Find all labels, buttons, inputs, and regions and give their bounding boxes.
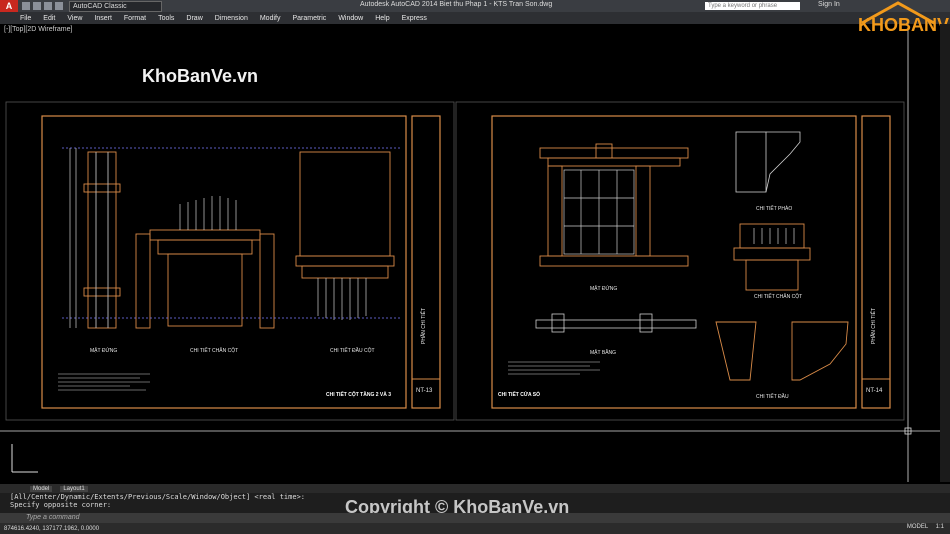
sheet2-title: CHI TIẾT CỬA SỔ [498,392,541,398]
ucs-icon [11,444,38,473]
sheet2-label-head: CHI TIẾT ĐẦU [756,394,789,400]
status-bar: 874616.4240, 137177.1962, 0.0000 [0,523,950,534]
sheet1-number: NT-13 [416,388,433,394]
menu-draw[interactable]: Draw [186,15,202,22]
menu-dimension[interactable]: Dimension [215,15,248,22]
drawing-viewport[interactable]: [-][Top][2D Wireframe] KhoBanVe.vn MẶT Đ… [0,24,940,482]
sheet1-label-elevation: MẶT ĐỨNG [90,348,118,354]
quick-access-toolbar [22,2,63,10]
menu-file[interactable]: File [20,15,31,22]
menu-edit[interactable]: Edit [43,15,55,22]
sheet1-title: CHI TIẾT CỘT TẦNG 2 VÀ 3 [326,392,392,398]
menu-bar: File Edit View Insert Format Tools Draw … [0,12,950,24]
window-title: Autodesk AutoCAD 2014 Biet thu Phap 1 - … [360,1,553,8]
workspace-dropdown[interactable]: AutoCAD Classic [69,0,162,12]
sign-in-button[interactable]: Sign In [818,1,840,8]
brand-logo: KHOBANVE [852,1,950,49]
sheet2-drawing [491,115,891,409]
sheet2-side-title: PHẦN CHI TIẾT [871,307,877,344]
menu-view[interactable]: View [67,15,82,22]
sheet1-paper [5,101,455,421]
status-right: MODEL 1:1 [901,524,944,530]
menu-help[interactable]: Help [375,15,389,22]
vertical-scrollbar[interactable] [940,24,950,482]
menu-window[interactable]: Window [338,15,363,22]
sheet2-label-cornice: CHI TIẾT PHÀO [756,206,793,212]
sheet2-number: NT-14 [866,388,883,394]
undo-icon[interactable] [55,2,63,10]
menu-modify[interactable]: Modify [260,15,281,22]
menu-express[interactable]: Express [402,15,427,22]
title-bar: A AutoCAD Classic Autodesk AutoCAD 2014 … [0,0,950,12]
model-space-button[interactable]: MODEL [907,524,928,530]
sheet1-side-title: PHẦN CHI TIẾT [421,307,427,344]
coordinates-readout: 874616.4240, 137177.1962, 0.0000 [4,525,100,532]
sheet2-label-elevation: MẶT ĐỨNG [590,286,618,292]
menu-tools[interactable]: Tools [158,15,174,22]
drawing-canvas [0,24,940,482]
autocad-logo-icon[interactable]: A [0,0,18,12]
sheet1-label-base: CHI TIẾT CHÂN CỘT [190,348,239,354]
menu-parametric[interactable]: Parametric [292,15,326,22]
tab-layout1[interactable]: Layout1 [60,485,88,492]
sheet2-paper [455,101,905,421]
search-input[interactable]: Type a keyword or phrase [705,2,800,10]
crosshair-cursor [0,24,940,482]
open-icon[interactable] [33,2,41,10]
sheet1-label-head: CHI TIẾT ĐẦU CỘT [330,348,375,354]
annotation-scale[interactable]: 1:1 [936,524,944,530]
command-input[interactable]: Type a command [0,513,950,523]
tab-model[interactable]: Model [30,485,53,492]
menu-insert[interactable]: Insert [94,15,112,22]
sheet2-label-plan: MẶT BẰNG [590,350,617,356]
menu-format[interactable]: Format [124,15,146,22]
save-icon[interactable] [44,2,52,10]
layout-tabs: Model Layout1 [0,484,950,493]
new-icon[interactable] [22,2,30,10]
sheet1-drawing [41,115,441,409]
sheet2-label-base: CHI TIẾT CHÂN CỘT [754,294,803,300]
